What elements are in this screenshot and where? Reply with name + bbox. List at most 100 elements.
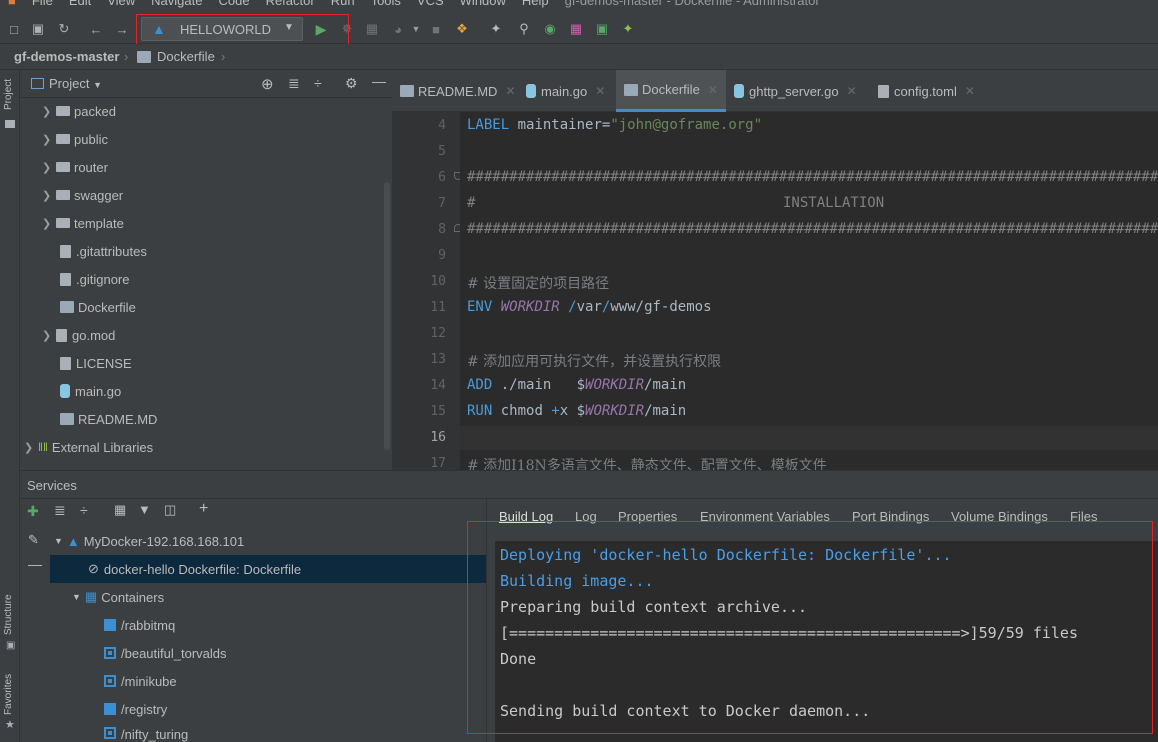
service-docker-connection[interactable]: ▼ ▲ MyDocker-192.168.168.101 — [54, 527, 244, 555]
chevron-down-icon[interactable]: ▼ — [72, 592, 81, 602]
tree-item-go-mod[interactable]: ❯ go.mod — [42, 322, 115, 348]
more-run-chevron-icon[interactable]: ▼ — [406, 19, 426, 39]
project-panel: Project ▼ ⊕ ≣ ÷ ⚙ — ❯ packed ❯ public ❯ rou… — [20, 70, 392, 470]
service-containers-group[interactable]: ▼ ▦ Containers — [72, 583, 164, 611]
forward-arrow-icon[interactable]: → — [112, 19, 132, 39]
chevron-down-icon[interactable]: ▼ — [54, 536, 63, 546]
project-view-select[interactable]: Project ▼ — [49, 76, 102, 91]
container-item[interactable]: /registry — [104, 695, 167, 723]
collapse-all-icon[interactable]: ÷ — [314, 75, 322, 91]
container-item[interactable]: /minikube — [104, 667, 177, 695]
structure-tool-button[interactable]: Structure — [3, 594, 14, 635]
close-icon[interactable]: ✕ — [708, 83, 718, 97]
tab-ghttp-server[interactable]: ghttp_server.go ✕ — [734, 70, 857, 112]
chevron-right-icon[interactable]: ❯ — [42, 189, 56, 202]
expand-all-icon[interactable]: ≣ — [288, 75, 300, 92]
container-item[interactable]: /rabbitmq — [104, 611, 175, 639]
chevron-right-icon[interactable]: ❯ — [42, 161, 56, 174]
code-editor[interactable]: LABEL maintainer="john@goframe.org" ####… — [460, 112, 1158, 470]
open-folder-icon[interactable]: □ — [4, 19, 24, 39]
project-tool-button[interactable]: Project — [3, 79, 14, 110]
service-deployment[interactable]: ⊘ docker-hello Dockerfile: Dockerfile — [88, 555, 301, 583]
line-number: 8 — [438, 222, 446, 237]
add-service-icon[interactable]: + — [199, 500, 208, 518]
menu-bar: ■ File Edit View Navigate Code Refactor … — [0, 0, 1158, 14]
tab-config-toml[interactable]: config.toml ✕ — [878, 70, 975, 112]
chevron-right-icon[interactable]: ❯ — [42, 133, 56, 146]
back-arrow-icon[interactable]: ← — [86, 19, 106, 39]
menu-view[interactable]: View — [107, 0, 135, 8]
locate-icon[interactable]: ⊕ — [261, 75, 274, 93]
code-line-4: LABEL maintainer="john@goframe.org" — [467, 117, 763, 133]
menu-file[interactable]: File — [32, 0, 53, 8]
close-icon[interactable]: ✕ — [595, 84, 605, 98]
tree-item-dockerfile[interactable]: Dockerfile — [60, 294, 136, 320]
tree-item-gitattributes[interactable]: .gitattributes — [60, 238, 147, 264]
menu-window[interactable]: Window — [460, 0, 506, 8]
tab-readme[interactable]: README.MD ✕ — [400, 70, 516, 112]
search-icon[interactable]: ⚲ — [514, 19, 534, 39]
edit-icon[interactable]: ✎ — [28, 532, 39, 548]
breadcrumb-project[interactable]: gf-demos-master — [14, 49, 119, 64]
plugin-icon-1[interactable]: ◉ — [540, 19, 560, 39]
menu-run[interactable]: Run — [331, 0, 355, 8]
sync-icon[interactable]: ↻ — [54, 19, 74, 39]
chevron-right-icon[interactable]: ❯ — [42, 217, 56, 230]
close-icon[interactable]: ✕ — [847, 84, 857, 98]
coverage-icon[interactable]: ▦ — [362, 19, 382, 39]
tree-item-readme[interactable]: README.MD — [60, 406, 157, 432]
stop-icon[interactable]: ■ — [426, 19, 446, 39]
close-icon[interactable]: ✕ — [505, 84, 515, 98]
menu-edit[interactable]: Edit — [69, 0, 91, 8]
group-by-icon[interactable]: ▦ — [114, 502, 126, 518]
build-icon[interactable]: ❖ — [452, 19, 472, 39]
tab-dockerfile[interactable]: Dockerfile ✕ — [616, 70, 726, 112]
menu-help[interactable]: Help — [522, 0, 549, 8]
go-file-icon — [60, 384, 70, 398]
tree-item-swagger[interactable]: ❯ swagger — [42, 182, 123, 208]
profile-icon[interactable]: ◕ — [388, 19, 408, 39]
menu-vcs[interactable]: VCS — [417, 0, 444, 8]
container-item[interactable]: /nifty_turing — [104, 723, 188, 742]
tree-item-main-go[interactable]: main.go — [60, 378, 121, 404]
folder-icon — [56, 106, 70, 116]
folder-icon — [56, 134, 70, 144]
plugin-icon-2[interactable]: ▦ — [566, 19, 586, 39]
remove-icon[interactable]: — — [28, 556, 42, 572]
favorites-tool-button[interactable]: Favorites — [3, 674, 14, 715]
gear-icon[interactable]: ⚙ — [345, 75, 358, 92]
hide-panel-icon[interactable]: — — [372, 73, 386, 89]
tree-item-gitignore[interactable]: .gitignore — [60, 266, 129, 292]
tab-main-go[interactable]: main.go ✕ — [526, 70, 605, 112]
tree-item-packed[interactable]: ❯ packed — [42, 98, 116, 124]
chevron-right-icon[interactable]: ❯ — [42, 329, 56, 342]
menu-tools[interactable]: Tools — [371, 0, 401, 8]
project-view-icon — [31, 78, 44, 89]
collapse-all-icon[interactable]: ÷ — [80, 502, 88, 518]
code-line-8: ########################################… — [467, 221, 1158, 237]
filter-icon[interactable]: ▼ — [138, 502, 151, 517]
tree-item-license[interactable]: LICENSE — [60, 350, 132, 376]
breadcrumb-file[interactable]: Dockerfile — [157, 49, 215, 64]
chevron-right-icon[interactable]: ❯ — [42, 105, 56, 118]
tree-item-external-libraries[interactable]: ❯ ‖‖ External Libraries — [24, 434, 153, 460]
tree-item-router[interactable]: ❯ router — [42, 154, 108, 180]
plugin-puzzle-icon[interactable]: ✦ — [618, 19, 638, 39]
menu-code[interactable]: Code — [218, 0, 249, 8]
chevron-right-icon[interactable]: ❯ — [24, 441, 38, 454]
new-tab-icon[interactable]: ◫ — [164, 502, 176, 518]
menu-refactor[interactable]: Refactor — [266, 0, 315, 8]
line-number: 11 — [430, 300, 446, 315]
container-item[interactable]: /beautiful_torvalds — [104, 639, 227, 667]
run-service-icon[interactable]: ✚ — [27, 503, 39, 520]
tree-item-public[interactable]: ❯ public — [42, 126, 108, 152]
close-icon[interactable]: ✕ — [965, 84, 975, 98]
settings-wrench-icon[interactable]: ✦ — [486, 19, 506, 39]
save-icon[interactable]: ▣ — [28, 19, 48, 39]
project-scrollbar[interactable] — [384, 182, 390, 450]
plugin-icon-3[interactable]: ▣ — [592, 19, 612, 39]
menu-navigate[interactable]: Navigate — [151, 0, 202, 8]
expand-all-icon[interactable]: ≣ — [54, 502, 66, 519]
tree-item-template[interactable]: ❯ template — [42, 210, 124, 236]
highlight-box-run-config — [136, 14, 349, 47]
